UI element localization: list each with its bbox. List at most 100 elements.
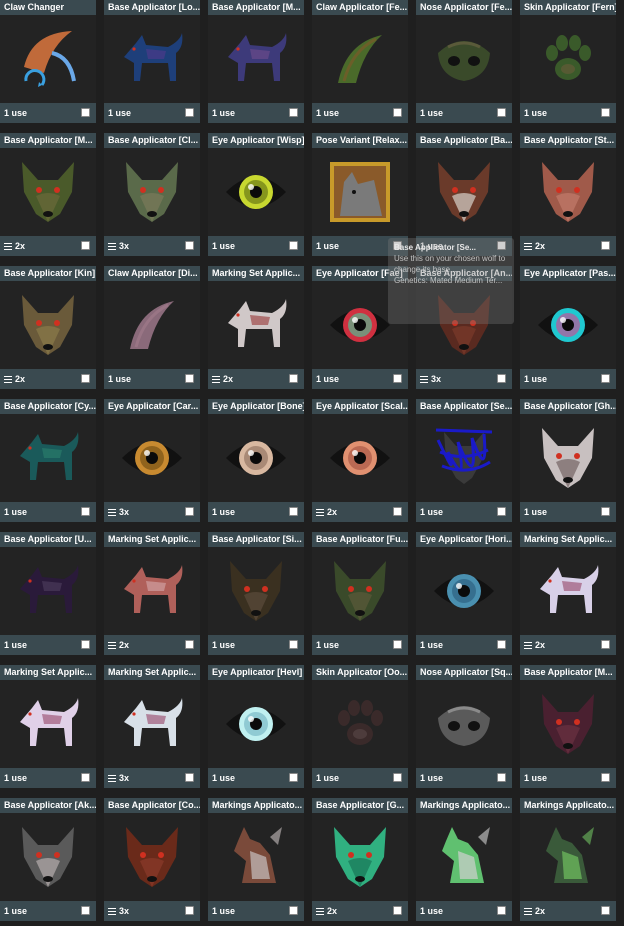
framed-wolf-icon <box>312 148 408 236</box>
inventory-item[interactable]: Base Applicator [Si... 1 use <box>208 532 304 655</box>
inventory-item[interactable]: Marking Set Applic... 3x <box>104 665 200 788</box>
inventory-item[interactable]: Eye Applicator [Car... 3x <box>104 399 200 522</box>
item-title: Markings Applicato... <box>212 800 303 810</box>
select-checkbox[interactable] <box>185 374 194 383</box>
item-quantity-label: 1 use <box>4 773 28 783</box>
select-checkbox[interactable] <box>497 906 506 915</box>
select-checkbox[interactable] <box>185 507 194 516</box>
inventory-item[interactable]: Eye Applicator [Bone] 1 use <box>208 399 304 522</box>
select-checkbox[interactable] <box>81 640 90 649</box>
inventory-item[interactable]: Base Applicator [Cy... 1 use <box>0 399 96 522</box>
select-checkbox[interactable] <box>497 374 506 383</box>
select-checkbox[interactable] <box>81 374 90 383</box>
select-checkbox[interactable] <box>81 906 90 915</box>
inventory-item[interactable]: Claw Applicator [Fe... 1 use <box>312 0 408 123</box>
select-checkbox[interactable] <box>497 108 506 117</box>
inventory-item[interactable]: Nose Applicator [Sq... 1 use <box>416 665 512 788</box>
inventory-item[interactable]: Base Applicator [U... 1 use <box>0 532 96 655</box>
inventory-item[interactable]: Pose Variant [Relax... 1 use <box>312 133 408 256</box>
nose-icon <box>416 680 512 768</box>
inventory-item[interactable]: Eye Applicator [Wisp] 1 use <box>208 133 304 256</box>
inventory-item[interactable]: Base Applicator [G... 2x <box>312 798 408 921</box>
inventory-item[interactable]: Base Applicator [St... 2x <box>520 133 616 256</box>
select-checkbox[interactable] <box>289 773 298 782</box>
inventory-item[interactable]: Base Applicator [M... 1 use <box>520 665 616 788</box>
inventory-item[interactable]: Base Applicator [Se... 1 use <box>416 399 512 522</box>
select-checkbox[interactable] <box>185 640 194 649</box>
item-quantity: 1 use <box>108 374 131 384</box>
select-checkbox[interactable] <box>601 773 610 782</box>
inventory-item[interactable]: Base Applicator [Ba... 1 use <box>416 133 512 256</box>
select-checkbox[interactable] <box>185 241 194 250</box>
select-checkbox[interactable] <box>289 906 298 915</box>
select-checkbox[interactable] <box>185 108 194 117</box>
inventory-item[interactable]: Marking Set Applic... 2x <box>208 266 304 389</box>
select-checkbox[interactable] <box>393 374 402 383</box>
select-checkbox[interactable] <box>289 640 298 649</box>
select-checkbox[interactable] <box>81 773 90 782</box>
item-quantity-label: 3x <box>119 507 130 517</box>
select-checkbox[interactable] <box>81 507 90 516</box>
select-checkbox[interactable] <box>393 241 402 250</box>
select-checkbox[interactable] <box>289 108 298 117</box>
inventory-item[interactable]: Base Applicator [Fu... 1 use <box>312 532 408 655</box>
inventory-item[interactable]: Eye Applicator [Pas... 1 use <box>520 266 616 389</box>
eye-icon <box>312 281 408 369</box>
inventory-item[interactable]: Base Applicator [Gh... 1 use <box>520 399 616 522</box>
select-checkbox[interactable] <box>601 374 610 383</box>
inventory-item[interactable]: Eye Applicator [Hori... 1 use <box>416 532 512 655</box>
select-checkbox[interactable] <box>601 640 610 649</box>
item-title: Base Applicator [Ba... <box>420 135 512 145</box>
select-checkbox[interactable] <box>497 507 506 516</box>
wolf-body-icon <box>0 414 96 502</box>
inventory-item[interactable]: Marking Set Applic... 2x <box>104 532 200 655</box>
inventory-item[interactable]: Skin Applicator [Fern] 1 use <box>520 0 616 123</box>
select-checkbox[interactable] <box>601 906 610 915</box>
select-checkbox[interactable] <box>185 773 194 782</box>
select-checkbox[interactable] <box>601 241 610 250</box>
inventory-item[interactable]: Base Applicator [Lo... 1 use <box>104 0 200 123</box>
inventory-item[interactable]: Claw Changer 1 use <box>0 0 96 123</box>
select-checkbox[interactable] <box>81 108 90 117</box>
eye-icon <box>520 281 616 369</box>
inventory-item[interactable]: Eye Applicator [Hevl] 1 use <box>208 665 304 788</box>
select-checkbox[interactable] <box>289 374 298 383</box>
select-checkbox[interactable] <box>601 507 610 516</box>
item-quantity-label: 2x <box>327 507 338 517</box>
inventory-item[interactable]: Eye Applicator [Scal... 2x <box>312 399 408 522</box>
inventory-item[interactable]: Markings Applicato... 2x <box>520 798 616 921</box>
inventory-item[interactable]: Skin Applicator [Oo... 1 use <box>312 665 408 788</box>
inventory-item[interactable]: Marking Set Applic... 2x <box>520 532 616 655</box>
inventory-item[interactable]: Base Applicator [Cl... 3x <box>104 133 200 256</box>
inventory-item[interactable]: Markings Applicato... 1 use <box>208 798 304 921</box>
inventory-item[interactable]: Base Applicator [Kin] 2x <box>0 266 96 389</box>
select-checkbox[interactable] <box>393 640 402 649</box>
item-quantity: 1 use <box>4 640 27 650</box>
select-checkbox[interactable] <box>497 773 506 782</box>
select-checkbox[interactable] <box>185 906 194 915</box>
select-checkbox[interactable] <box>601 108 610 117</box>
inventory-item[interactable]: Base Applicator [M... 1 use <box>208 0 304 123</box>
inventory-item[interactable]: Marking Set Applic... 1 use <box>0 665 96 788</box>
item-quantity: 1 use <box>524 773 547 783</box>
inventory-item[interactable]: Claw Applicator [Di... 1 use <box>104 266 200 389</box>
inventory-item[interactable]: Markings Applicato... 1 use <box>416 798 512 921</box>
select-checkbox[interactable] <box>497 241 506 250</box>
inventory-item[interactable]: Base Applicator [Ak... 1 use <box>0 798 96 921</box>
inventory-item[interactable]: Base Applicator [Co... 3x <box>104 798 200 921</box>
select-checkbox[interactable] <box>497 640 506 649</box>
item-title: Eye Applicator [Pas... <box>524 268 616 278</box>
inventory-item[interactable]: Base Applicator [An... 3x <box>416 266 512 389</box>
select-checkbox[interactable] <box>393 906 402 915</box>
item-quantity-label: 1 use <box>212 906 236 916</box>
select-checkbox[interactable] <box>393 773 402 782</box>
item-quantity-label: 3x <box>119 241 130 251</box>
inventory-item[interactable]: Base Applicator [M... 2x <box>0 133 96 256</box>
inventory-item[interactable]: Eye Applicator [Fae] 1 use <box>312 266 408 389</box>
inventory-item[interactable]: Nose Applicator [Fe... 1 use <box>416 0 512 123</box>
select-checkbox[interactable] <box>289 507 298 516</box>
select-checkbox[interactable] <box>393 507 402 516</box>
select-checkbox[interactable] <box>289 241 298 250</box>
select-checkbox[interactable] <box>81 241 90 250</box>
select-checkbox[interactable] <box>393 108 402 117</box>
